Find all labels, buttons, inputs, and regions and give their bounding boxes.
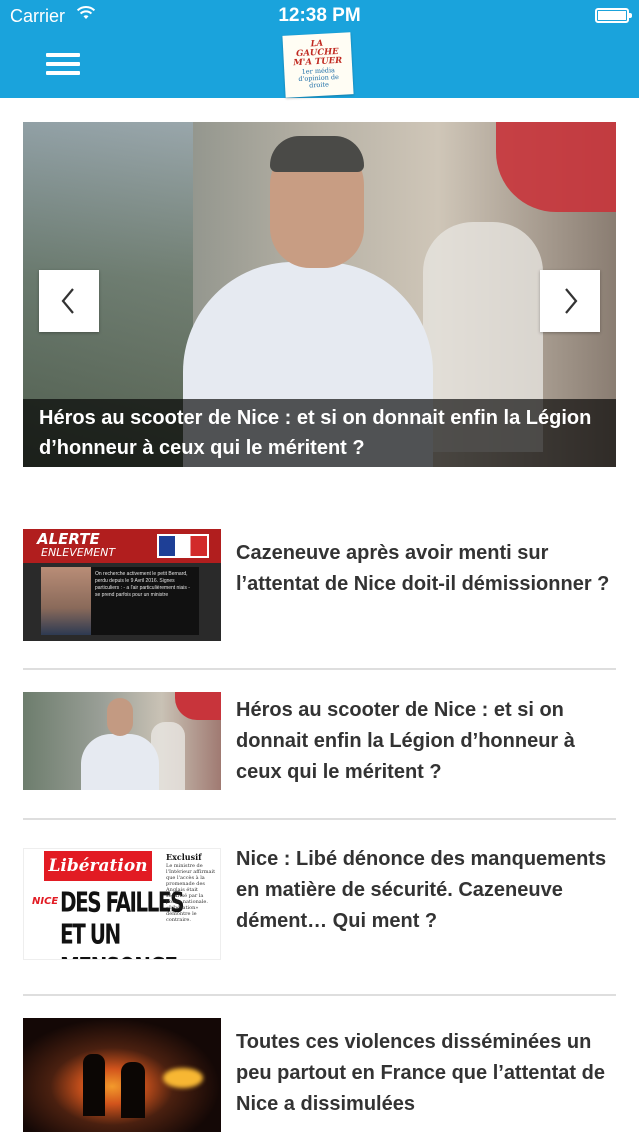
clock: 12:38 PM bbox=[278, 5, 361, 26]
battery-icon bbox=[595, 8, 632, 23]
thumb-exclusive-label: Exclusif bbox=[166, 852, 202, 862]
article-thumbnail: Libération NICE DES FAILLES ET UN MENSON… bbox=[23, 848, 221, 960]
thumb-headline-line1: DES FAILLES bbox=[60, 885, 184, 919]
article-item[interactable]: Libération NICE DES FAILLES ET UN MENSON… bbox=[23, 820, 616, 996]
article-item[interactable]: Toutes ces violences disséminées un peu … bbox=[23, 996, 616, 1136]
article-item[interactable]: ALERTE ENLEVEMENT On recherche activemen… bbox=[23, 500, 616, 670]
chevron-right-icon bbox=[565, 288, 578, 314]
article-thumbnail: ALERTE ENLEVEMENT On recherche activemen… bbox=[23, 529, 221, 641]
carousel-prev-button[interactable] bbox=[39, 270, 99, 332]
article-thumbnail bbox=[23, 1018, 221, 1132]
status-bar: Carrier 12:38 PM bbox=[0, 0, 639, 32]
hamburger-menu-icon[interactable] bbox=[46, 53, 82, 77]
featured-carousel[interactable]: Héros au scooter de Nice : et si on donn… bbox=[23, 122, 616, 467]
hero-caption[interactable]: Héros au scooter de Nice : et si on donn… bbox=[23, 399, 616, 467]
chevron-left-icon bbox=[61, 288, 74, 314]
navigation-bar: LA GAUCHE M'A TUER 1er média d'opinion d… bbox=[0, 32, 639, 98]
french-flag-icon bbox=[157, 534, 209, 558]
thumb-headline-line2: ET UN MENSONGE bbox=[60, 917, 178, 959]
thumb-masthead: Libération bbox=[48, 856, 148, 876]
thumb-tag: NICE bbox=[32, 896, 59, 907]
thumb-panel-text: On recherche activement le petit Bernard… bbox=[95, 571, 190, 598]
site-logo[interactable]: LA GAUCHE M'A TUER 1er média d'opinion d… bbox=[282, 32, 354, 98]
carousel-next-button[interactable] bbox=[540, 270, 600, 332]
article-title[interactable]: Toutes ces violences disséminées un peu … bbox=[236, 1027, 611, 1120]
thumb-alert-subtext: ENLEVEMENT bbox=[41, 546, 116, 559]
article-title[interactable]: Héros au scooter de Nice : et si on donn… bbox=[236, 695, 611, 788]
logo-subtitle: 1er média d'opinion de droite bbox=[298, 66, 340, 90]
article-item[interactable]: Héros au scooter de Nice : et si on donn… bbox=[23, 670, 616, 820]
article-title[interactable]: Nice : Libé dénonce des manquements en m… bbox=[236, 844, 611, 937]
thumb-exclusive-text: Le ministre de l'Intérieur affirmait que… bbox=[166, 863, 216, 923]
article-thumbnail bbox=[23, 692, 221, 790]
logo-title: LA GAUCHE M'A TUER bbox=[293, 38, 343, 69]
article-title[interactable]: Cazeneuve après avoir menti sur l’attent… bbox=[236, 538, 611, 600]
thumb-alert-text: ALERTE bbox=[37, 530, 100, 548]
